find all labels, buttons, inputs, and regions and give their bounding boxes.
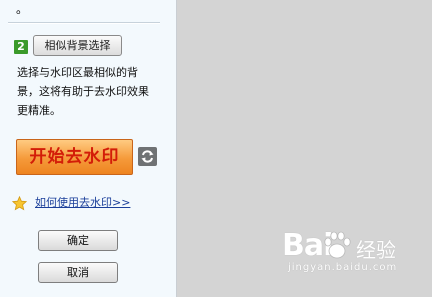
similar-background-button[interactable]: 相似背景选择 [33,35,122,56]
cancel-button[interactable]: 取消 [38,262,118,283]
side-panel: 。 2 相似背景选择 选择与水印区最相似的背景，这将有助于去水印效果更精准。 开… [0,0,177,297]
watermark-url: jingyan.baidu.com [288,262,398,273]
refresh-button[interactable] [138,147,157,166]
step-description: 选择与水印区最相似的背景，这将有助于去水印效果更精准。 [17,66,149,117]
refresh-icon [141,150,154,163]
ok-button[interactable]: 确定 [38,230,118,251]
step-badge: 2 [14,40,28,54]
watermark-jingyan-text: 经验 [356,238,396,262]
star-icon [12,196,27,211]
baidu-jingyan-watermark: Bai 经验 jingyan.baidu.com [238,228,428,288]
divider [8,22,160,24]
start-remove-watermark-button[interactable]: 开始去水印 [16,139,133,175]
top-mark: 。 [16,2,29,16]
how-to-use-link[interactable]: 如何使用去水印>> [35,196,130,210]
baidu-paw-icon [324,231,351,259]
